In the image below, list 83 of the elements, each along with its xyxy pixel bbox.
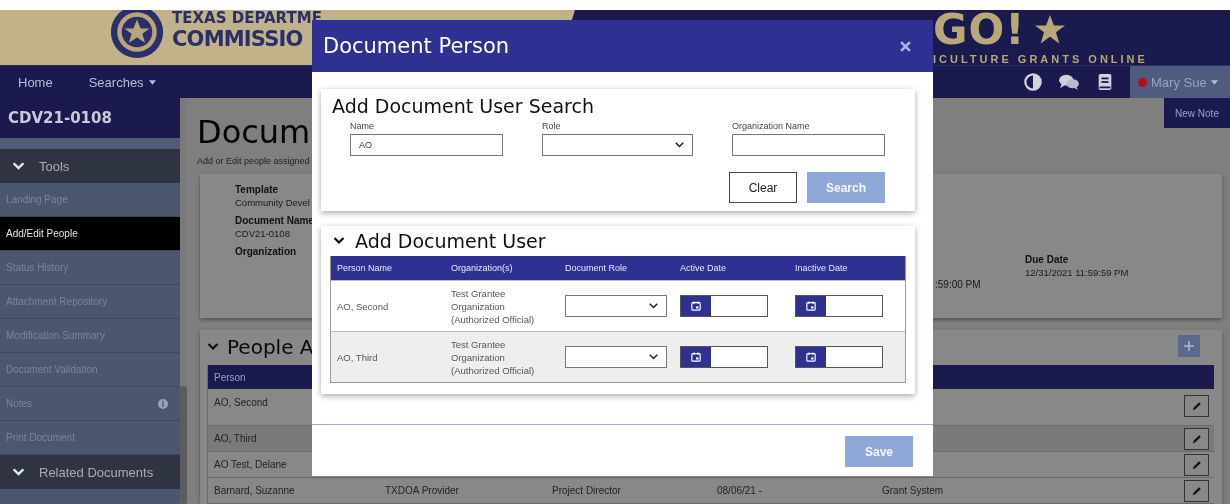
table-cell-text: AO, Third: [214, 433, 258, 444]
table-cell-text: AO Test, Delane: [214, 459, 288, 470]
card-title: Add Document User: [355, 230, 546, 252]
agency-name: COMMISSIO: [172, 26, 304, 52]
scrollbar[interactable]: [180, 98, 187, 504]
dropdown[interactable]: [565, 346, 667, 368]
field-label: Due Date: [1025, 254, 1069, 265]
field-label: Organization: [235, 246, 297, 257]
table-cell-text: Test Grantee Organization (Authorized Official): [451, 286, 536, 326]
field-label: Name: [350, 121, 375, 131]
chat-icon[interactable]: [1058, 73, 1080, 91]
chevron-down-icon: [675, 142, 684, 148]
table-cell-text: Grant System: [882, 485, 945, 496]
edit-button[interactable]: [1184, 427, 1209, 450]
edit-button[interactable]: [1184, 395, 1209, 417]
tagline: ICULTURE GRANTS ONLINE: [933, 53, 1149, 65]
column-header: Active Date: [680, 263, 728, 273]
dropdown[interactable]: [565, 295, 667, 317]
new-note-button[interactable]: New Note: [1164, 98, 1230, 128]
card-title: Add Document User Search: [331, 94, 595, 117]
clear-button[interactable]: Clear: [729, 172, 797, 203]
brand-logo-text: GO!: [933, 10, 1026, 50]
chevron-down-icon[interactable]: [12, 159, 25, 173]
section-title: People A: [227, 335, 314, 359]
table-cell-text: Test Grantee Organization (Authorized Official): [451, 337, 536, 377]
field-label: Organization Name: [732, 121, 811, 131]
calendar-icon: [691, 301, 701, 311]
edit-button[interactable]: [1184, 479, 1209, 502]
document-id: CDV21-0108: [0, 98, 180, 138]
sidebar-section-header[interactable]: Tools: [0, 149, 180, 183]
edit-button[interactable]: [1184, 453, 1209, 476]
status-dot-icon: [1138, 77, 1147, 87]
column-header: Person: [214, 371, 246, 383]
page-description: Add or Edit people assigned: [197, 156, 311, 166]
calendar-icon: [691, 352, 701, 362]
table-cell-text: AO, Second: [337, 300, 390, 312]
table-cell-text: AO, Third: [337, 351, 379, 363]
book-icon[interactable]: [1096, 73, 1114, 91]
field-label: Document Name: [235, 215, 314, 226]
table-cell-text: Barnard, Suzanne: [214, 485, 296, 496]
field-value: CDV21-0108: [235, 228, 290, 239]
date-field[interactable]: [795, 295, 883, 317]
agency-name: TEXAS DEPARTME: [172, 9, 322, 27]
chevron-down-icon[interactable]: [333, 235, 345, 247]
pencil-icon: [1191, 485, 1202, 496]
date-field[interactable]: [795, 346, 883, 368]
table-cell-text: Project Director: [552, 485, 622, 496]
dialog-title: Document Person: [323, 34, 510, 58]
calendar-icon: [806, 301, 816, 311]
sidebar-section-header[interactable]: Related Documents: [0, 455, 180, 489]
date-field[interactable]: [680, 295, 768, 317]
sidebar-item[interactable]: Add/Edit People: [0, 217, 180, 251]
search-button[interactable]: Search: [807, 172, 885, 203]
column-header: Organization(s): [451, 263, 514, 273]
chevron-down-icon: [649, 354, 658, 360]
dropdown[interactable]: [542, 134, 693, 156]
pencil-icon: [1191, 459, 1202, 470]
field-value: :59:00 PM: [935, 278, 982, 292]
field-label: Template: [235, 184, 279, 195]
user-menu[interactable]: Mary Sue: [1130, 66, 1230, 98]
nav-link[interactable]: Searches: [88, 74, 156, 90]
chevron-down-icon: [649, 303, 658, 309]
calendar-icon: [806, 352, 816, 362]
save-button[interactable]: Save: [845, 436, 913, 467]
column-header: Document Role: [565, 263, 629, 273]
close-icon[interactable]: [900, 40, 911, 52]
table-cell-text: TXDOA Provider: [385, 485, 460, 496]
contrast-icon[interactable]: [1024, 73, 1042, 91]
pencil-icon: [1191, 401, 1202, 411]
nav-link[interactable]: Home: [18, 74, 53, 90]
page-title: Docum: [197, 112, 311, 153]
input-field[interactable]: [732, 134, 885, 156]
date-field[interactable]: [680, 346, 768, 368]
star-icon: [1035, 15, 1066, 45]
plus-icon: [1184, 341, 1194, 351]
column-header: Inactive Date: [795, 263, 849, 273]
table-cell-text: AO, Second: [214, 397, 269, 408]
column-header: Person Name: [337, 263, 394, 273]
table-cell-text: 08/06/21 -: [717, 485, 764, 496]
chevron-down-icon[interactable]: [12, 465, 25, 479]
input-field[interactable]: AO: [350, 134, 503, 156]
field-label: Role: [542, 121, 562, 131]
pencil-icon: [1191, 433, 1202, 444]
